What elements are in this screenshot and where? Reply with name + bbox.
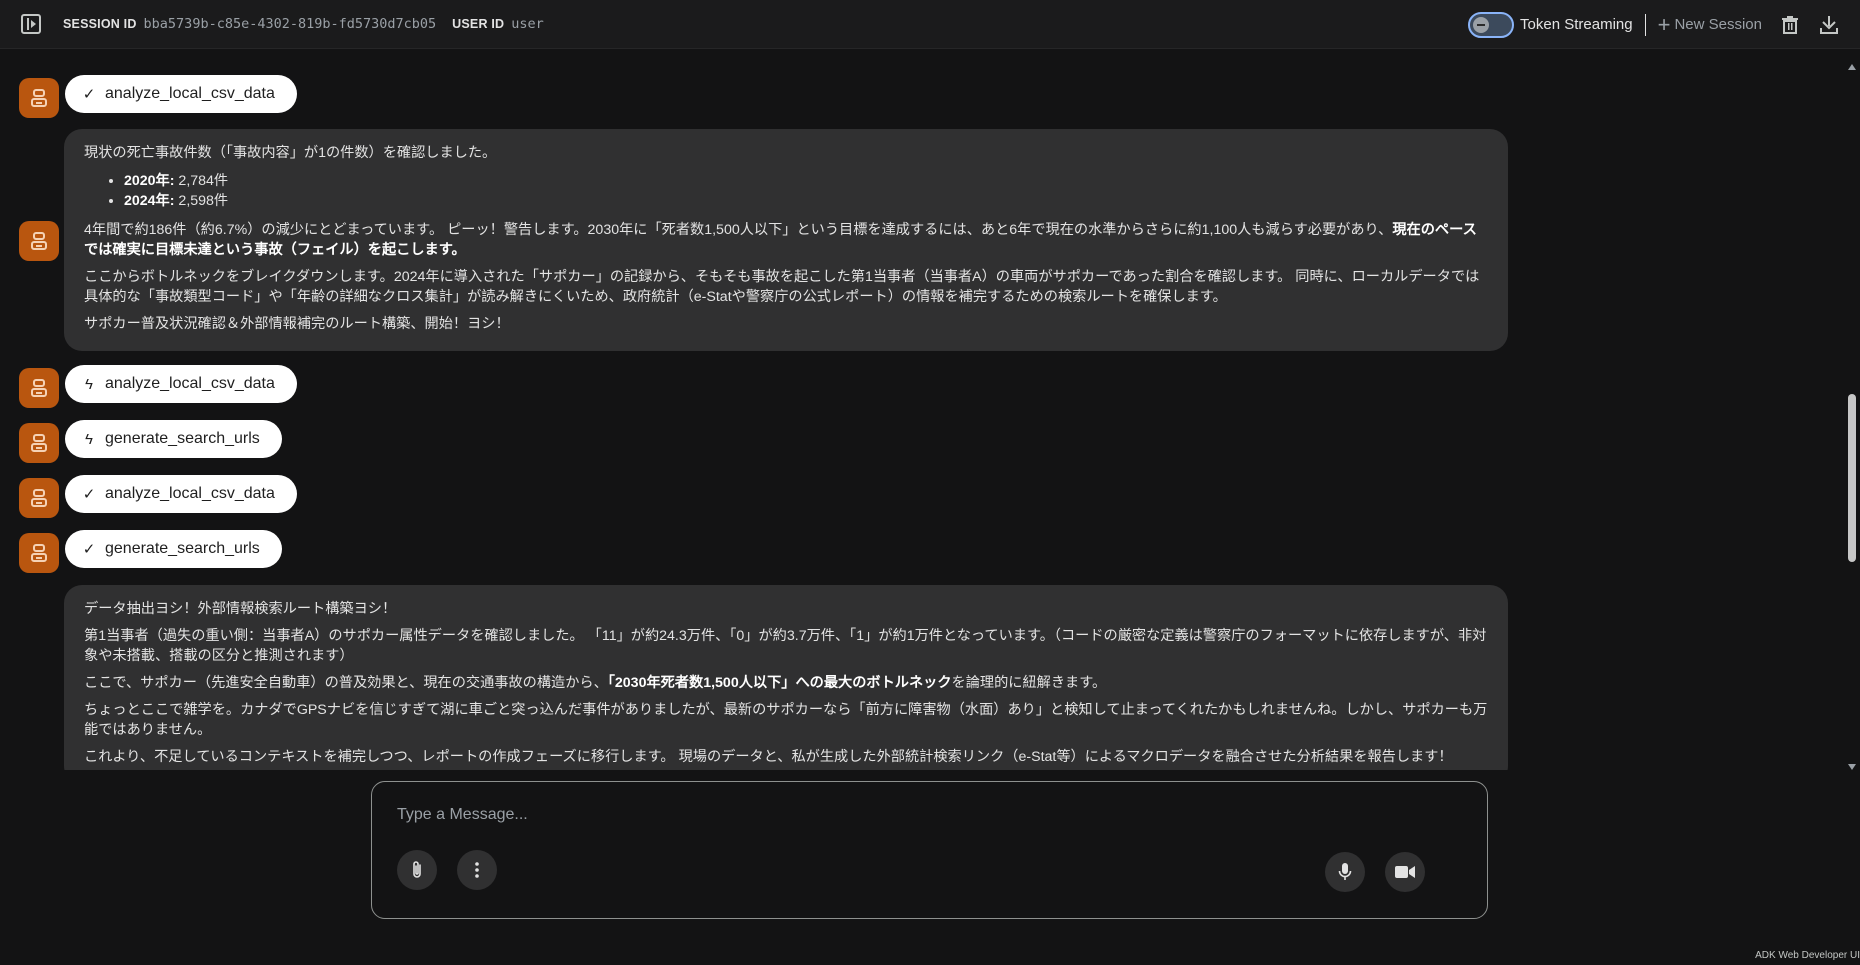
message-paragraph: ちょっとここで雑学を。カナダでGPSナビを信じすぎて湖に車ごと突っ込んだ事件があ… [84,702,1488,738]
check-icon: ✓ [82,486,96,503]
chat-area[interactable]: ✓ analyze_local_csv_data 現状の死亡事故件数（「事故内容… [0,50,1845,770]
robot-icon [31,544,47,562]
message-paragraph: サポカー普及状況確認＆外部情報補完のルート構築、開始！ヨシ！ [84,316,510,332]
more-vert-icon [475,862,479,878]
message-paragraph: 第1当事者（過失の重い側：当事者A）のサポカー属性データを確認しました。 「11… [84,628,1487,664]
tool-name: analyze_local_csv_data [105,85,275,102]
list-item: 2024年: 2,598件 [124,191,1488,211]
bolt-icon: ϟ [85,430,93,448]
message-paragraph: データ抽出ヨシ！外部情報検索ルート構築ヨシ！ [84,601,397,617]
robot-icon [31,232,47,250]
scroll-up-icon[interactable] [1848,64,1856,70]
scrollbar-thumb[interactable] [1848,394,1856,562]
bolt-icon: ϟ [85,375,93,393]
footer-label: ADK Web Developer UI [1755,950,1860,961]
agent-message: 現状の死亡事故件数（「事故内容」が1の件数）を確認しました。 2020年: 2,… [64,129,1508,351]
token-streaming-label: Token Streaming [1520,16,1633,33]
videocam-icon [1395,866,1415,878]
message-paragraph: ここからボトルネックをブレイクダウンします。2024年に導入された「サポカー」の… [84,269,1480,305]
message-paragraph: ここで、サポカー（先進安全自動車）の普及効果と、現在の交通事故の構造から、「20… [84,675,1107,691]
tool-name: analyze_local_csv_data [105,485,275,502]
tool-call-chip[interactable]: ✓ generate_search_urls [65,530,282,568]
tool-call-chip[interactable]: ϟ analyze_local_csv_data [65,365,297,403]
scroll-down-icon[interactable] [1848,764,1856,770]
mic-button[interactable] [1325,852,1365,892]
user-id-label: USER ID [452,17,505,31]
download-icon[interactable] [1820,15,1838,34]
message-paragraph: 現状の死亡事故件数（「事故内容」が1の件数）を確認しました。 [84,145,497,161]
robot-icon [31,379,47,397]
token-streaming-toggle[interactable] [1468,11,1515,38]
agent-avatar [19,423,59,463]
message-composer [371,781,1488,919]
new-session-label: New Session [1674,16,1762,33]
session-id-label: SESSION ID [63,17,137,31]
tool-name: generate_search_urls [105,430,260,447]
check-icon: ✓ [82,541,96,558]
agent-avatar [19,533,59,573]
robot-icon [31,89,47,107]
toggle-knob [1473,16,1490,33]
more-options-button[interactable] [457,850,497,890]
agent-avatar [19,368,59,408]
tool-call-chip[interactable]: ✓ analyze_local_csv_data [65,75,297,113]
header-tools: Token Streaming + New Session [1468,0,1860,49]
new-session-button[interactable]: + New Session [1657,11,1762,37]
trash-icon[interactable] [1782,15,1798,34]
agent-message: データ抽出ヨシ！外部情報検索ルート構築ヨシ！ 第1当事者（過失の重い側：当事者A… [64,585,1508,770]
message-paragraph: これより、不足しているコンテキストを補完しつつ、レポートの作成フェーズに移行しま… [84,749,1453,765]
chat-scrollbar[interactable] [1845,58,1859,770]
session-info: SESSION ID bba5739b-c85e-4302-819b-fd573… [63,16,544,32]
plus-icon: + [1657,11,1671,37]
tool-name: generate_search_urls [105,540,260,557]
user-id-value: user [511,16,544,32]
check-icon: ✓ [82,86,96,103]
camera-button[interactable] [1385,852,1425,892]
message-paragraph: 4年間で約186件（約6.7%）の減少にとどまっています。 ピーッ！警告します。… [84,222,1477,258]
sidebar-toggle-icon[interactable] [21,14,41,34]
robot-icon [31,434,47,452]
divider [1644,13,1646,36]
session-id-value: bba5739b-c85e-4302-819b-fd5730d7cb05 [143,16,437,32]
tool-call-chip[interactable]: ϟ generate_search_urls [65,420,282,458]
message-input[interactable] [397,802,1297,828]
agent-avatar [19,78,59,118]
tool-call-chip[interactable]: ✓ analyze_local_csv_data [65,475,297,513]
paperclip-icon [413,861,421,878]
mic-icon [1338,863,1352,880]
attach-button[interactable] [397,850,437,890]
bullet-list: 2020年: 2,784件 2024年: 2,598件 [124,171,1488,211]
top-bar: SESSION ID bba5739b-c85e-4302-819b-fd573… [0,0,1860,49]
tool-name: analyze_local_csv_data [105,375,275,392]
agent-avatar [19,478,59,518]
robot-icon [31,489,47,507]
agent-avatar [19,221,59,261]
list-item: 2020年: 2,784件 [124,171,1488,191]
